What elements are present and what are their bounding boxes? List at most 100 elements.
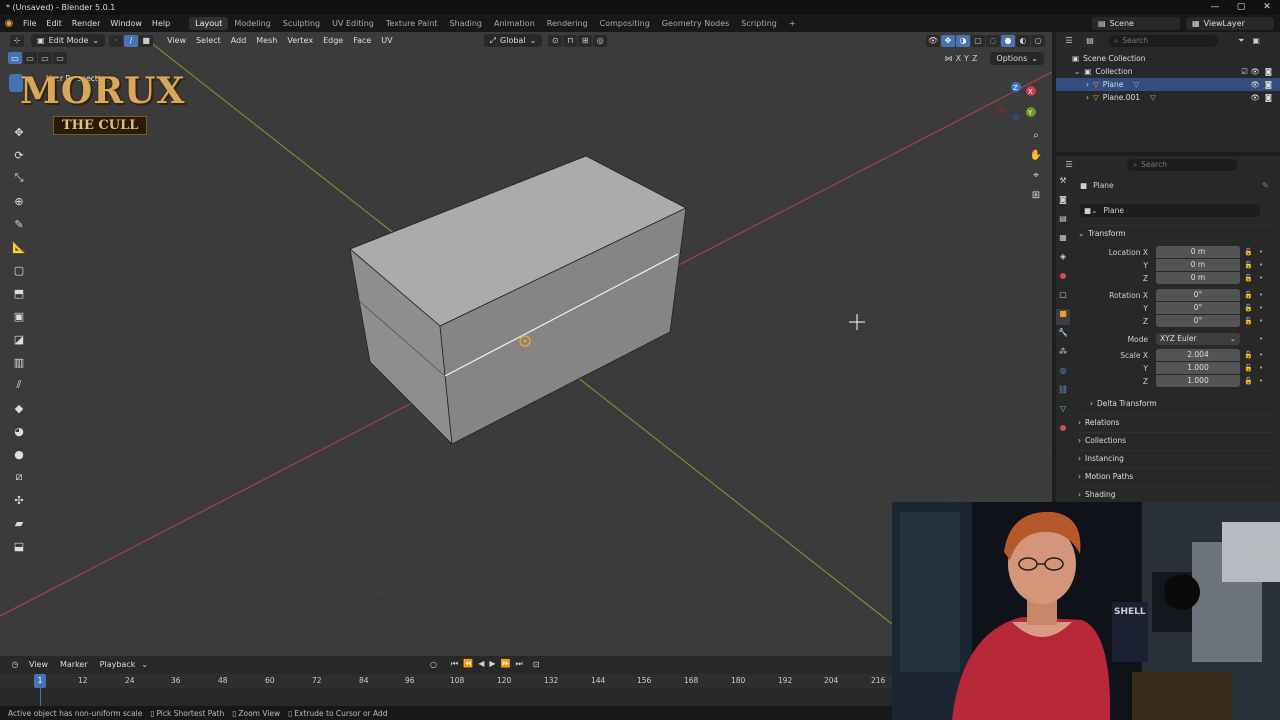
material-tab-icon[interactable]: ● bbox=[1056, 423, 1070, 439]
jump-prev-key-icon[interactable]: ⏪ bbox=[463, 659, 473, 669]
workspace-tab-compositing[interactable]: Compositing bbox=[594, 17, 656, 30]
jump-start-icon[interactable]: ⏮ bbox=[451, 659, 458, 669]
view-layer-tab-icon[interactable]: ▦ bbox=[1056, 233, 1070, 249]
keying-icon[interactable]: ⊡ bbox=[533, 660, 540, 669]
location-z-field[interactable]: 0 m bbox=[1156, 272, 1240, 284]
menu-window[interactable]: Window bbox=[105, 19, 147, 28]
filter-icon[interactable]: ⏷ bbox=[1238, 36, 1244, 46]
camera-view-icon[interactable]: ⌖ bbox=[1028, 170, 1044, 190]
view-layer-selector[interactable]: ▦ ViewLayer bbox=[1186, 17, 1274, 30]
render-tab-icon[interactable]: ◙ bbox=[1056, 195, 1070, 211]
wireframe-shading-icon[interactable]: ◌ bbox=[986, 34, 1000, 47]
shrink-fatten-tool-icon[interactable]: ✣ bbox=[9, 490, 29, 510]
jump-next-key-icon[interactable]: ⏩ bbox=[501, 659, 511, 669]
timeline-menu-playback[interactable]: Playback bbox=[94, 660, 142, 669]
blender-logo-icon[interactable]: ◉ bbox=[0, 18, 18, 29]
viewport-menu-edge[interactable]: Edge bbox=[318, 36, 348, 45]
collections-panel-header[interactable]: › Collections bbox=[1078, 432, 1272, 447]
record-icon[interactable]: ○ bbox=[430, 660, 437, 669]
play-icon[interactable]: ▶ bbox=[489, 659, 495, 669]
workspace-tab-sculpting[interactable]: Sculpting bbox=[277, 17, 326, 30]
workspace-tab-shading[interactable]: Shading bbox=[443, 17, 488, 30]
smooth-tool-icon[interactable]: ● bbox=[9, 444, 29, 464]
motion-paths-panel-header[interactable]: › Motion Paths bbox=[1078, 468, 1272, 483]
spin-tool-icon[interactable]: ◕ bbox=[9, 421, 29, 441]
workspace-tab-texture-paint[interactable]: Texture Paint bbox=[380, 17, 444, 30]
workspace-tab-scripting[interactable]: Scripting bbox=[735, 17, 783, 30]
edge-select-icon[interactable]: / bbox=[124, 34, 139, 47]
close-button[interactable]: ✕ bbox=[1254, 0, 1280, 15]
transform-tool-icon[interactable]: ⊕ bbox=[9, 191, 29, 211]
inset-tool-icon[interactable]: ▣ bbox=[9, 306, 29, 326]
camera-icon[interactable]: ◙ bbox=[1265, 67, 1272, 76]
select-extend-icon[interactable]: ▭ bbox=[23, 52, 37, 64]
workspace-tab-animation[interactable]: Animation bbox=[488, 17, 541, 30]
relations-panel-header[interactable]: › Relations bbox=[1078, 414, 1272, 429]
camera-icon[interactable]: ◙ bbox=[1265, 80, 1272, 89]
lock-icon[interactable]: 🔓 bbox=[1244, 304, 1253, 312]
properties-editor-type-icon[interactable]: ☰ bbox=[1062, 158, 1076, 171]
data-tab-icon[interactable]: ▽ bbox=[1056, 404, 1070, 420]
viewport-menu-uv[interactable]: UV bbox=[376, 36, 397, 45]
overlay-toggle-icon[interactable]: ◑ bbox=[956, 34, 970, 47]
menu-render[interactable]: Render bbox=[67, 19, 105, 28]
shading-panel-header[interactable]: › Shading bbox=[1078, 486, 1272, 501]
mirror-x-toggle[interactable]: X bbox=[956, 54, 961, 63]
keyframe-dot-icon[interactable]: • bbox=[1259, 261, 1263, 269]
timeline-editor-type-icon[interactable]: ◷ bbox=[8, 658, 22, 670]
lock-icon[interactable]: 🔓 bbox=[1244, 274, 1253, 282]
outliner-scene-collection[interactable]: ▣ Scene Collection bbox=[1056, 52, 1280, 65]
ortho-toggle-icon[interactable]: ⊞ bbox=[1028, 190, 1044, 210]
add-workspace-button[interactable]: + bbox=[783, 17, 802, 30]
rip-tool-icon[interactable]: ⬓ bbox=[9, 536, 29, 556]
face-select-icon[interactable]: ■ bbox=[139, 34, 154, 47]
gizmo-toggle-icon[interactable]: ✥ bbox=[941, 34, 955, 47]
pin-icon[interactable]: ✎ bbox=[1262, 181, 1269, 190]
scene-selector[interactable]: ▤ Scene bbox=[1092, 17, 1180, 30]
keyframe-dot-icon[interactable]: • bbox=[1259, 317, 1263, 325]
display-mode-icon[interactable]: ▤ bbox=[1083, 34, 1097, 47]
mirror-z-toggle[interactable]: Z bbox=[972, 54, 977, 63]
keyframe-dot-icon[interactable]: • bbox=[1259, 364, 1263, 372]
extrude-tool-icon[interactable]: ⬒ bbox=[9, 283, 29, 303]
pivot-point-icon[interactable]: ⊙ bbox=[548, 34, 563, 47]
solid-shading-icon[interactable]: ● bbox=[1001, 34, 1015, 47]
rendered-shading-icon[interactable]: ○ bbox=[1031, 34, 1045, 47]
select-box-icon[interactable]: ▭ bbox=[8, 52, 22, 64]
proportional-editing-icon[interactable]: ◎ bbox=[593, 34, 608, 47]
outliner-editor-type-icon[interactable]: ☰ bbox=[1062, 34, 1076, 47]
rotation-mode-dropdown[interactable]: XYZ Euler ⌄ bbox=[1156, 333, 1240, 345]
tool-tab-icon[interactable]: ⚒ bbox=[1056, 176, 1070, 192]
workspace-tab-geometry-nodes[interactable]: Geometry Nodes bbox=[656, 17, 735, 30]
menu-edit[interactable]: Edit bbox=[41, 19, 67, 28]
new-collection-icon[interactable]: ▣ bbox=[1252, 36, 1260, 45]
mesh-box[interactable] bbox=[349, 155, 687, 446]
edge-slide-tool-icon[interactable]: ⧄ bbox=[9, 467, 29, 487]
menu-help[interactable]: Help bbox=[147, 19, 175, 28]
options-dropdown[interactable]: Options ⌄ bbox=[990, 52, 1044, 65]
scale-x-field[interactable]: 2.004 bbox=[1156, 349, 1240, 361]
rotation-y-field[interactable]: 0° bbox=[1156, 302, 1240, 314]
vertex-select-icon[interactable]: · bbox=[109, 34, 124, 47]
menu-file[interactable]: File bbox=[18, 19, 41, 28]
lock-icon[interactable]: 🔓 bbox=[1244, 317, 1253, 325]
viewport-menu-face[interactable]: Face bbox=[348, 36, 376, 45]
outliner-collection-row[interactable]: ⌄ ▣ Collection ☑ 👁 ◙ bbox=[1056, 65, 1280, 78]
keyframe-dot-icon[interactable]: • bbox=[1259, 291, 1263, 299]
workspace-tab-uv-editing[interactable]: UV Editing bbox=[326, 17, 380, 30]
scale-z-field[interactable]: 1.000 bbox=[1156, 375, 1240, 387]
measure-tool-icon[interactable]: 📐 bbox=[9, 237, 29, 257]
transform-orientation-selector[interactable]: ⤢ Global ⌄ bbox=[483, 34, 543, 47]
select-subtract-icon[interactable]: ▭ bbox=[38, 52, 52, 64]
select-invert-icon[interactable]: ▭ bbox=[53, 52, 67, 64]
jump-end-icon[interactable]: ⏭ bbox=[515, 659, 522, 669]
play-reverse-icon[interactable]: ◀ bbox=[478, 659, 484, 669]
workspace-tab-rendering[interactable]: Rendering bbox=[541, 17, 594, 30]
scale-tool-icon[interactable]: ⤡ bbox=[9, 168, 29, 188]
xray-toggle-icon[interactable]: ▢ bbox=[971, 34, 985, 47]
lock-icon[interactable]: 🔓 bbox=[1244, 377, 1253, 385]
instancing-panel-header[interactable]: › Instancing bbox=[1078, 450, 1272, 465]
shear-tool-icon[interactable]: ▰ bbox=[9, 513, 29, 533]
bevel-tool-icon[interactable]: ◪ bbox=[9, 329, 29, 349]
annotate-tool-icon[interactable]: ✎ bbox=[9, 214, 29, 234]
